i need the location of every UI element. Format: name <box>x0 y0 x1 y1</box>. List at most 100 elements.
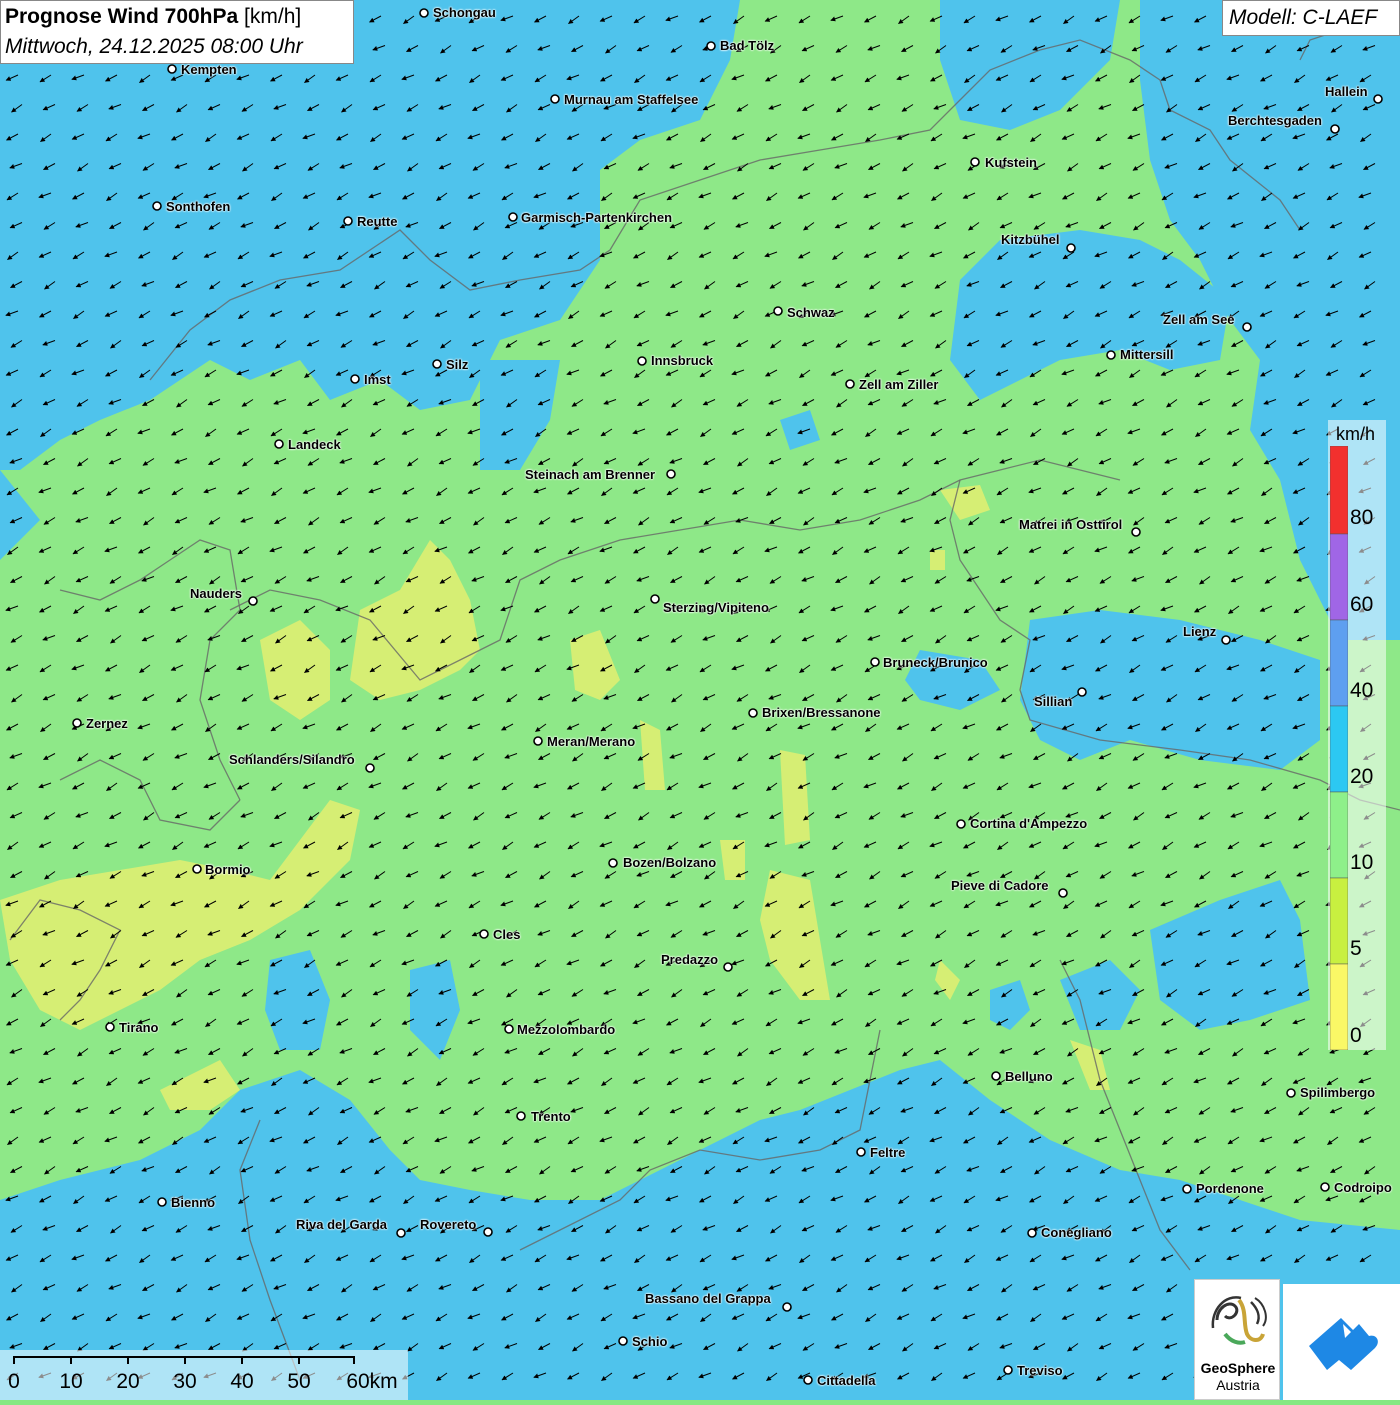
city-label: Schwaz <box>787 305 835 320</box>
scale-label: 20 <box>116 1370 140 1393</box>
city-dot <box>1003 1365 1013 1375</box>
city-dot <box>1242 322 1252 332</box>
city-label: Spilimbergo <box>1300 1085 1376 1100</box>
city-label: Imst <box>364 372 391 387</box>
city-label: Brixen/Bressanone <box>762 705 881 720</box>
city-dot <box>152 201 162 211</box>
legend-colorbar <box>1330 446 1348 1050</box>
city-dot <box>1330 124 1340 134</box>
city-dot <box>1077 687 1087 697</box>
title-box: Prognose Wind 700hPa [km/h] Mittwoch, 24… <box>0 0 354 64</box>
city-dot <box>533 736 543 746</box>
city-label: Berchtesgaden <box>1228 113 1322 128</box>
city-dot <box>1058 888 1068 898</box>
city-label: Matrei in Osttirol <box>1019 517 1123 532</box>
city-dot <box>157 1197 167 1207</box>
city-dot <box>956 819 966 829</box>
city-label: Cittadella <box>817 1373 876 1388</box>
city-dot <box>274 439 284 449</box>
scale-tick <box>184 1356 186 1364</box>
city-label: Landeck <box>288 437 341 452</box>
city-label: Zell am Ziller <box>859 377 939 392</box>
scale-tick <box>241 1356 243 1364</box>
model-label: Modell: C-LAEF <box>1229 6 1378 29</box>
city-label: Zell am See <box>1163 312 1235 327</box>
scale-label: 50 <box>287 1370 311 1393</box>
city-dot <box>1221 635 1231 645</box>
city-dot <box>105 1022 115 1032</box>
scale-tick <box>127 1356 129 1364</box>
city-label: Bruneck/Brunico <box>883 655 988 670</box>
scale-label: 0 <box>8 1370 20 1393</box>
city-label: Kufstein <box>985 155 1037 170</box>
city-label: Kempten <box>181 62 237 77</box>
city-label: Schlanders/Silandro <box>229 752 355 767</box>
scale-label: 60km <box>346 1370 398 1393</box>
city-dot <box>504 1024 514 1034</box>
city-dot <box>167 64 177 74</box>
geosphere-logo[interactable]: GeoSphere Austria <box>1194 1279 1280 1400</box>
city-label: Feltre <box>870 1145 906 1160</box>
city-dot <box>1286 1088 1296 1098</box>
city-dot <box>618 1336 628 1346</box>
city-dot <box>856 1147 866 1157</box>
legend-label-20: 20 <box>1350 765 1374 788</box>
legend-label-60: 60 <box>1350 593 1374 616</box>
city-dot <box>419 8 429 18</box>
city-label: Meran/Merano <box>547 734 636 749</box>
city-dot <box>343 216 353 226</box>
city-label: Bormio <box>205 862 251 877</box>
city-label: Mezzolombardo <box>517 1022 616 1037</box>
city-dot <box>650 594 660 604</box>
city-dot <box>192 864 202 874</box>
legend-label-10: 10 <box>1350 851 1374 874</box>
city-dot <box>1027 1228 1037 1238</box>
model-box: Modell: C-LAEF <box>1222 0 1400 36</box>
city-label: Murnau am Staffelsee <box>564 92 699 107</box>
city-label: Cles <box>493 927 521 942</box>
city-dot <box>483 1227 493 1237</box>
city-label: Riva del Garda <box>296 1217 388 1232</box>
city-dot <box>1131 527 1141 537</box>
legend-label-80: 80 <box>1350 506 1374 529</box>
city-label: Pieve di Cadore <box>951 878 1049 893</box>
city-dot <box>1320 1182 1330 1192</box>
city-label: Lienz <box>1183 624 1217 639</box>
city-dot <box>72 718 82 728</box>
weather-app-logo[interactable] <box>1283 1284 1400 1400</box>
city-dot <box>870 657 880 667</box>
city-label: Codroipo <box>1334 1180 1392 1195</box>
legend-label-0: 0 <box>1350 1024 1362 1047</box>
scale-tick <box>13 1356 15 1364</box>
legend-label-40: 40 <box>1350 679 1374 702</box>
city-dot <box>432 359 442 369</box>
scale-tick <box>353 1356 355 1364</box>
city-dot <box>723 962 733 972</box>
city-dot <box>1066 243 1076 253</box>
city-label: Rovereto <box>420 1217 477 1232</box>
city-dot <box>803 1375 813 1385</box>
geosphere-name: GeoSphere <box>1200 1360 1276 1376</box>
city-label: Silz <box>446 357 469 372</box>
city-label: Belluno <box>1005 1069 1053 1084</box>
city-label: Kitzbühel <box>1001 232 1060 247</box>
city-label: Predazzo <box>661 952 719 967</box>
city-dot <box>970 157 980 167</box>
city-label: Bozen/Bolzano <box>623 855 717 870</box>
city-label: Reutte <box>357 214 398 229</box>
city-label: Zernez <box>86 716 128 731</box>
city-label: Bienno <box>171 1195 216 1210</box>
city-dot <box>991 1071 1001 1081</box>
city-label: Cortina d'Ampezzo <box>970 816 1088 831</box>
city-label: Treviso <box>1017 1363 1063 1378</box>
scale-tick <box>298 1356 300 1364</box>
city-label: Tirano <box>119 1020 159 1035</box>
city-dot <box>508 212 518 222</box>
city-dot <box>550 94 560 104</box>
legend-label-5: 5 <box>1350 937 1362 960</box>
city-label: Pordenone <box>1196 1181 1264 1196</box>
city-label: Nauders <box>190 586 243 601</box>
city-dot <box>1373 94 1383 104</box>
city-label: Schongau <box>433 5 496 20</box>
city-dot <box>748 708 758 718</box>
